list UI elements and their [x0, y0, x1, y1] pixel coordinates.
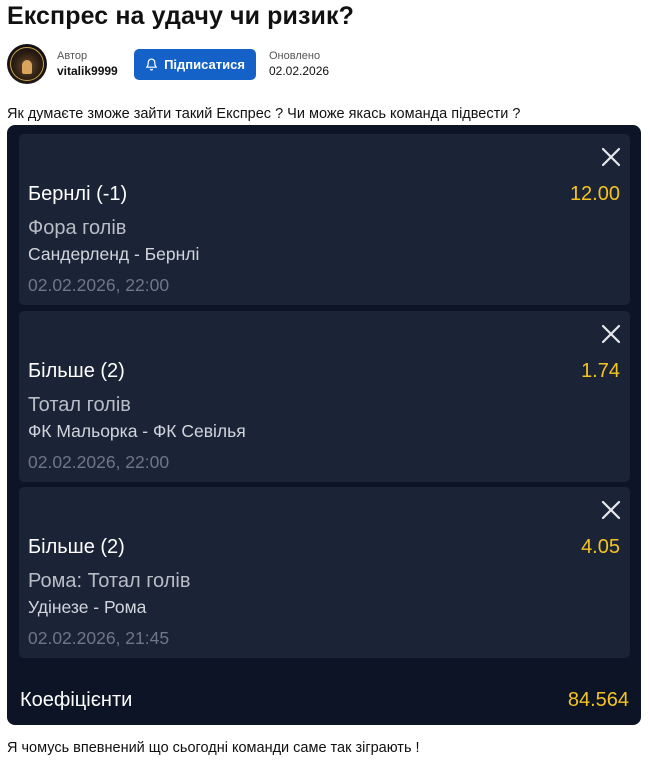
updated-caption: Оновлено [269, 50, 321, 62]
bet-match: ФК Мальорка - ФК Севілья [28, 421, 246, 441]
close-icon [601, 500, 621, 520]
bet-odd: 1.74 [581, 360, 620, 382]
avatar-figure [22, 60, 32, 74]
bet-time: 02.02.2026, 21:45 [28, 628, 170, 648]
page-title: Експрес на удачу чи ризик? [7, 2, 354, 30]
bet-slip: Бернлі (-1) 12.00 Фора голів Сандерленд … [7, 125, 641, 725]
post-comment: Я чомусь впевнений що сьогодні команди с… [7, 740, 420, 756]
bet-odd: 12.00 [569, 183, 620, 205]
bet-pick: Бернлі (-1) [28, 183, 128, 205]
bet-card: Бернлі (-1) 12.00 Фора голів Сандерленд … [19, 134, 630, 305]
bet-pick: Більше (2) [28, 536, 125, 558]
updated-date: 02.02.2026 [269, 64, 330, 78]
author-name[interactable]: vitalik9999 [57, 64, 118, 78]
remove-bet-button[interactable] [600, 146, 622, 168]
bet-card: Більше (2) 4.05 Рома: Тотал голів Удінез… [19, 487, 630, 658]
bet-time: 02.02.2026, 22:00 [28, 275, 170, 295]
post-question: Як думаєте зможе зайти такий Експрес ? Ч… [7, 106, 521, 122]
total-odds-value: 84.564 [567, 689, 629, 711]
avatar[interactable] [7, 44, 47, 84]
subscribe-button[interactable]: Підписатися [134, 49, 256, 80]
bet-card: Більше (2) 1.74 Тотал голів ФК Мальорка … [19, 311, 630, 482]
bet-match: Сандерленд - Бернлі [28, 244, 200, 264]
bet-time: 02.02.2026, 22:00 [28, 452, 170, 472]
post-meta: Автор vitalik9999 Підписатися Оновлено 0… [7, 44, 647, 84]
bet-market: Тотал голів [28, 394, 131, 416]
bell-icon [146, 58, 158, 71]
bet-market: Рома: Тотал голів [28, 570, 191, 592]
remove-bet-button[interactable] [600, 323, 622, 345]
remove-bet-button[interactable] [600, 499, 622, 521]
bet-market: Фора голів [28, 217, 127, 239]
total-odds-label: Коефіцієнти [20, 689, 133, 711]
bet-odd: 4.05 [581, 536, 620, 558]
close-icon [601, 324, 621, 344]
bet-pick: Більше (2) [28, 360, 125, 382]
close-icon [601, 147, 621, 167]
author-caption: Автор [57, 50, 88, 62]
bet-match: Удінезе - Рома [28, 597, 147, 617]
subscribe-label: Підписатися [164, 57, 245, 72]
